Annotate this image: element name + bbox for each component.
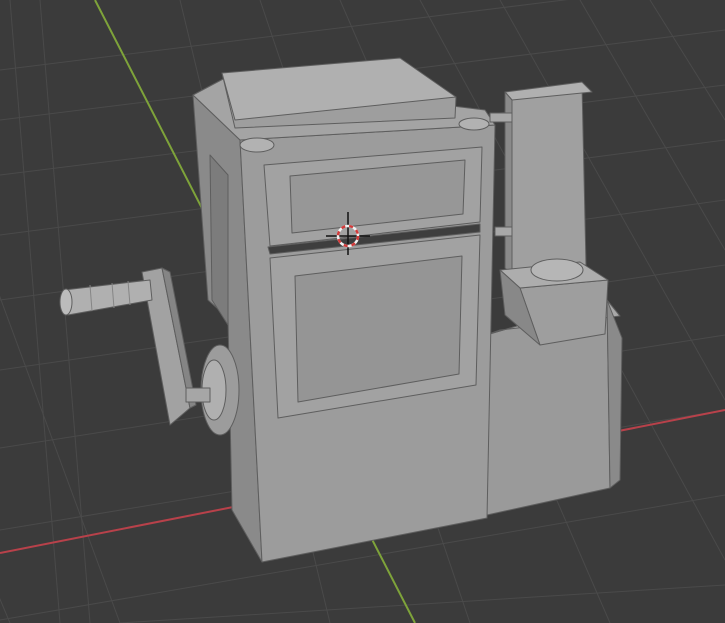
pillar-pin-mid: [494, 226, 513, 237]
crank-axle: [185, 387, 211, 403]
pillar-pin-top: [489, 112, 513, 123]
crank-handle[interactable]: [63, 279, 153, 316]
viewport-canvas[interactable]: [0, 0, 725, 623]
main-body-left-panel: [209, 154, 229, 326]
side-box-side: [606, 299, 623, 489]
3d-viewport[interactable]: [0, 0, 725, 623]
crank-handle-cap: [59, 288, 73, 316]
pillar-front: [509, 84, 587, 276]
bolt-left: [239, 137, 275, 153]
knob-capsule: [530, 258, 584, 282]
bolt-right: [458, 117, 490, 131]
machine-model[interactable]: [59, 57, 623, 563]
